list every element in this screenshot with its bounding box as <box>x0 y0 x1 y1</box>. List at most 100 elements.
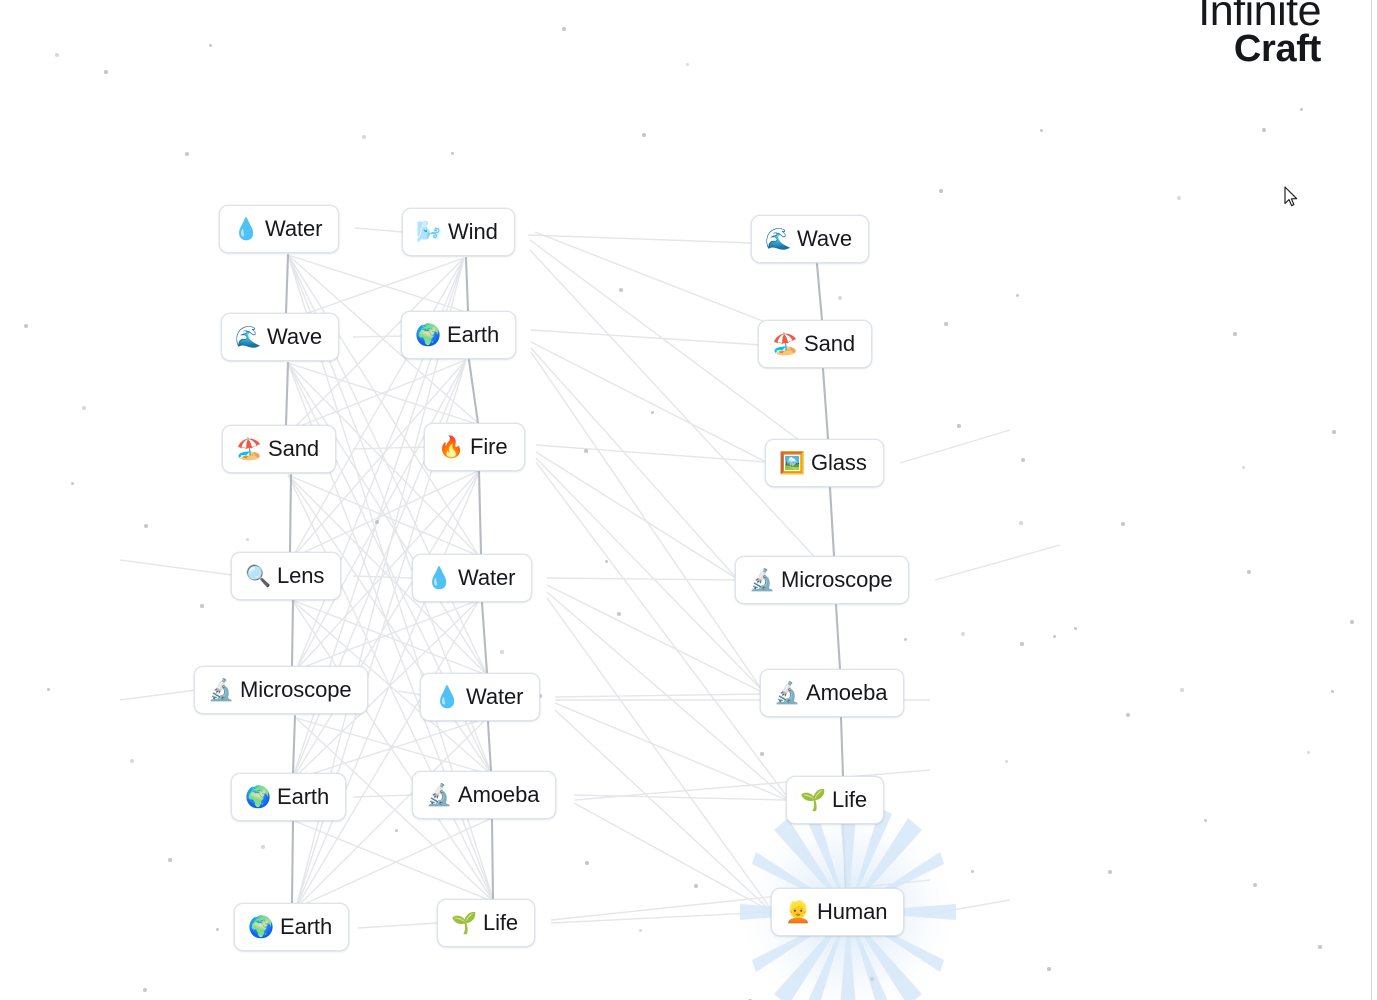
background-dot <box>395 829 398 832</box>
background-dot <box>1242 466 1245 469</box>
background-dot <box>1108 870 1112 874</box>
background-dot <box>1262 128 1266 132</box>
background-dot <box>47 688 50 691</box>
crafting-board[interactable]: 💧 Water 🌬️ Wind 🌊 Wave 🌊 Wave 🌍 Earth 🏖️ Sand 🏖️ Sand… <box>0 0 1377 1000</box>
element-card-label: Amoeba <box>458 782 540 807</box>
background-dot <box>1253 883 1257 887</box>
element-card-label: Water <box>265 216 323 241</box>
element-card-wind-e2[interactable]: 🌬️ Wind <box>402 208 515 256</box>
magnifying-glass-emoji: 🔍 <box>245 564 272 588</box>
background-dot <box>639 929 642 932</box>
seedling-emoji: 🌱 <box>451 911 478 935</box>
background-dot <box>209 44 212 47</box>
element-card-label: Earth <box>447 322 500 347</box>
background-dot <box>71 482 74 485</box>
background-dot <box>55 53 59 57</box>
element-card-sand-e7[interactable]: 🏖️ Sand <box>222 425 336 473</box>
element-card-label: Wave <box>267 324 323 349</box>
element-card-label: Human <box>817 899 888 924</box>
background-dot <box>1019 521 1023 525</box>
element-card-life-e20[interactable]: 🌱 Life <box>437 899 536 947</box>
background-dot <box>694 884 698 888</box>
background-dot <box>1204 819 1207 822</box>
water-drop-emoji: 💧 <box>233 217 260 241</box>
element-card-earth-e19[interactable]: 🌍 Earth <box>234 903 350 951</box>
background-dot <box>870 977 874 981</box>
element-card-label: Microscope <box>240 677 352 702</box>
background-dot <box>1053 635 1056 638</box>
element-card-human-e21[interactable]: 👱 Human <box>771 888 905 936</box>
mouse-cursor <box>1284 186 1298 207</box>
framed-picture-emoji: 🖼️ <box>779 451 806 475</box>
element-card-water-e1[interactable]: 💧 Water <box>219 205 340 253</box>
background-dot <box>1021 458 1025 462</box>
background-dot <box>1180 688 1184 692</box>
element-card-label: Water <box>466 684 524 709</box>
element-card-label: Glass <box>811 450 867 475</box>
background-dot <box>185 152 189 156</box>
background-dot <box>1020 642 1024 646</box>
background-dot <box>500 650 504 654</box>
element-card-microscope-e12[interactable]: 🔬 Microscope <box>735 556 910 604</box>
wind-face-emoji: 🌬️ <box>416 220 443 244</box>
background-dot <box>939 189 943 193</box>
background-dot <box>904 638 907 641</box>
element-card-label: Water <box>458 565 516 590</box>
logo-line-infinite: Infinite <box>1198 0 1321 35</box>
background-dot <box>605 560 608 563</box>
element-card-glass-e9[interactable]: 🖼️ Glass <box>765 439 884 487</box>
person-emoji: 👱 <box>785 900 812 924</box>
element-card-life-e18[interactable]: 🌱 Life <box>786 776 885 824</box>
element-card-label: Earth <box>280 914 333 939</box>
microscope-emoji: 🔬 <box>749 568 776 592</box>
earth-globe-emoji: 🌍 <box>245 785 272 809</box>
background-dot <box>130 759 134 763</box>
beach-emoji: 🏖️ <box>772 332 799 356</box>
microscope-emoji: 🔬 <box>774 681 801 705</box>
element-card-fire-e8[interactable]: 🔥 Fire <box>424 423 525 471</box>
microscope-emoji: 🔬 <box>208 678 235 702</box>
seedling-emoji: 🌱 <box>800 788 827 812</box>
background-dot <box>686 63 689 66</box>
water-drop-emoji: 💧 <box>426 566 453 590</box>
element-card-label: Wave <box>797 226 853 251</box>
element-card-label: Lens <box>277 563 325 588</box>
background-dot <box>24 324 28 328</box>
element-card-water-e14[interactable]: 💧 Water <box>420 673 541 721</box>
background-dot <box>1307 751 1310 754</box>
background-dot <box>642 133 646 137</box>
element-card-water-e11[interactable]: 💧 Water <box>412 554 533 602</box>
element-card-wave-e3[interactable]: 🌊 Wave <box>751 215 870 263</box>
logo-line-craft: Craft <box>1233 27 1321 70</box>
background-dot <box>375 520 379 524</box>
background-dot <box>1074 627 1077 630</box>
element-card-sand-e6[interactable]: 🏖️ Sand <box>758 320 872 368</box>
background-dot <box>246 538 249 541</box>
background-dot <box>944 322 948 326</box>
craft-chain-lines <box>284 253 848 905</box>
element-card-amoeba-e17[interactable]: 🔬 Amoeba <box>412 771 557 819</box>
background-dot <box>1332 430 1336 434</box>
background-dot <box>168 858 172 862</box>
element-card-amoeba-e15[interactable]: 🔬 Amoeba <box>760 669 905 717</box>
wave-emoji: 🌊 <box>765 227 792 251</box>
element-card-earth-e5[interactable]: 🌍 Earth <box>401 311 517 359</box>
background-dot <box>838 296 842 300</box>
background-dot <box>961 632 965 636</box>
background-dot <box>1005 760 1008 763</box>
recipe-web-lines <box>119 227 1061 929</box>
app-logo: Infinite Craft <box>1198 0 1321 70</box>
wave-emoji: 🌊 <box>235 325 262 349</box>
background-dot <box>1300 108 1303 111</box>
element-card-earth-e16[interactable]: 🌍 Earth <box>231 773 347 821</box>
background-dot <box>451 152 454 155</box>
element-card-wave-e4[interactable]: 🌊 Wave <box>221 313 340 361</box>
new-discovery-burst <box>733 797 963 1000</box>
element-card-lens-e10[interactable]: 🔍 Lens <box>231 552 342 600</box>
element-card-microscope-e13[interactable]: 🔬 Microscope <box>194 666 369 714</box>
background-dot <box>82 406 86 410</box>
background-dot <box>585 861 589 865</box>
background-dot <box>1126 713 1130 717</box>
background-dot <box>1331 690 1334 693</box>
background-dot <box>957 424 961 428</box>
